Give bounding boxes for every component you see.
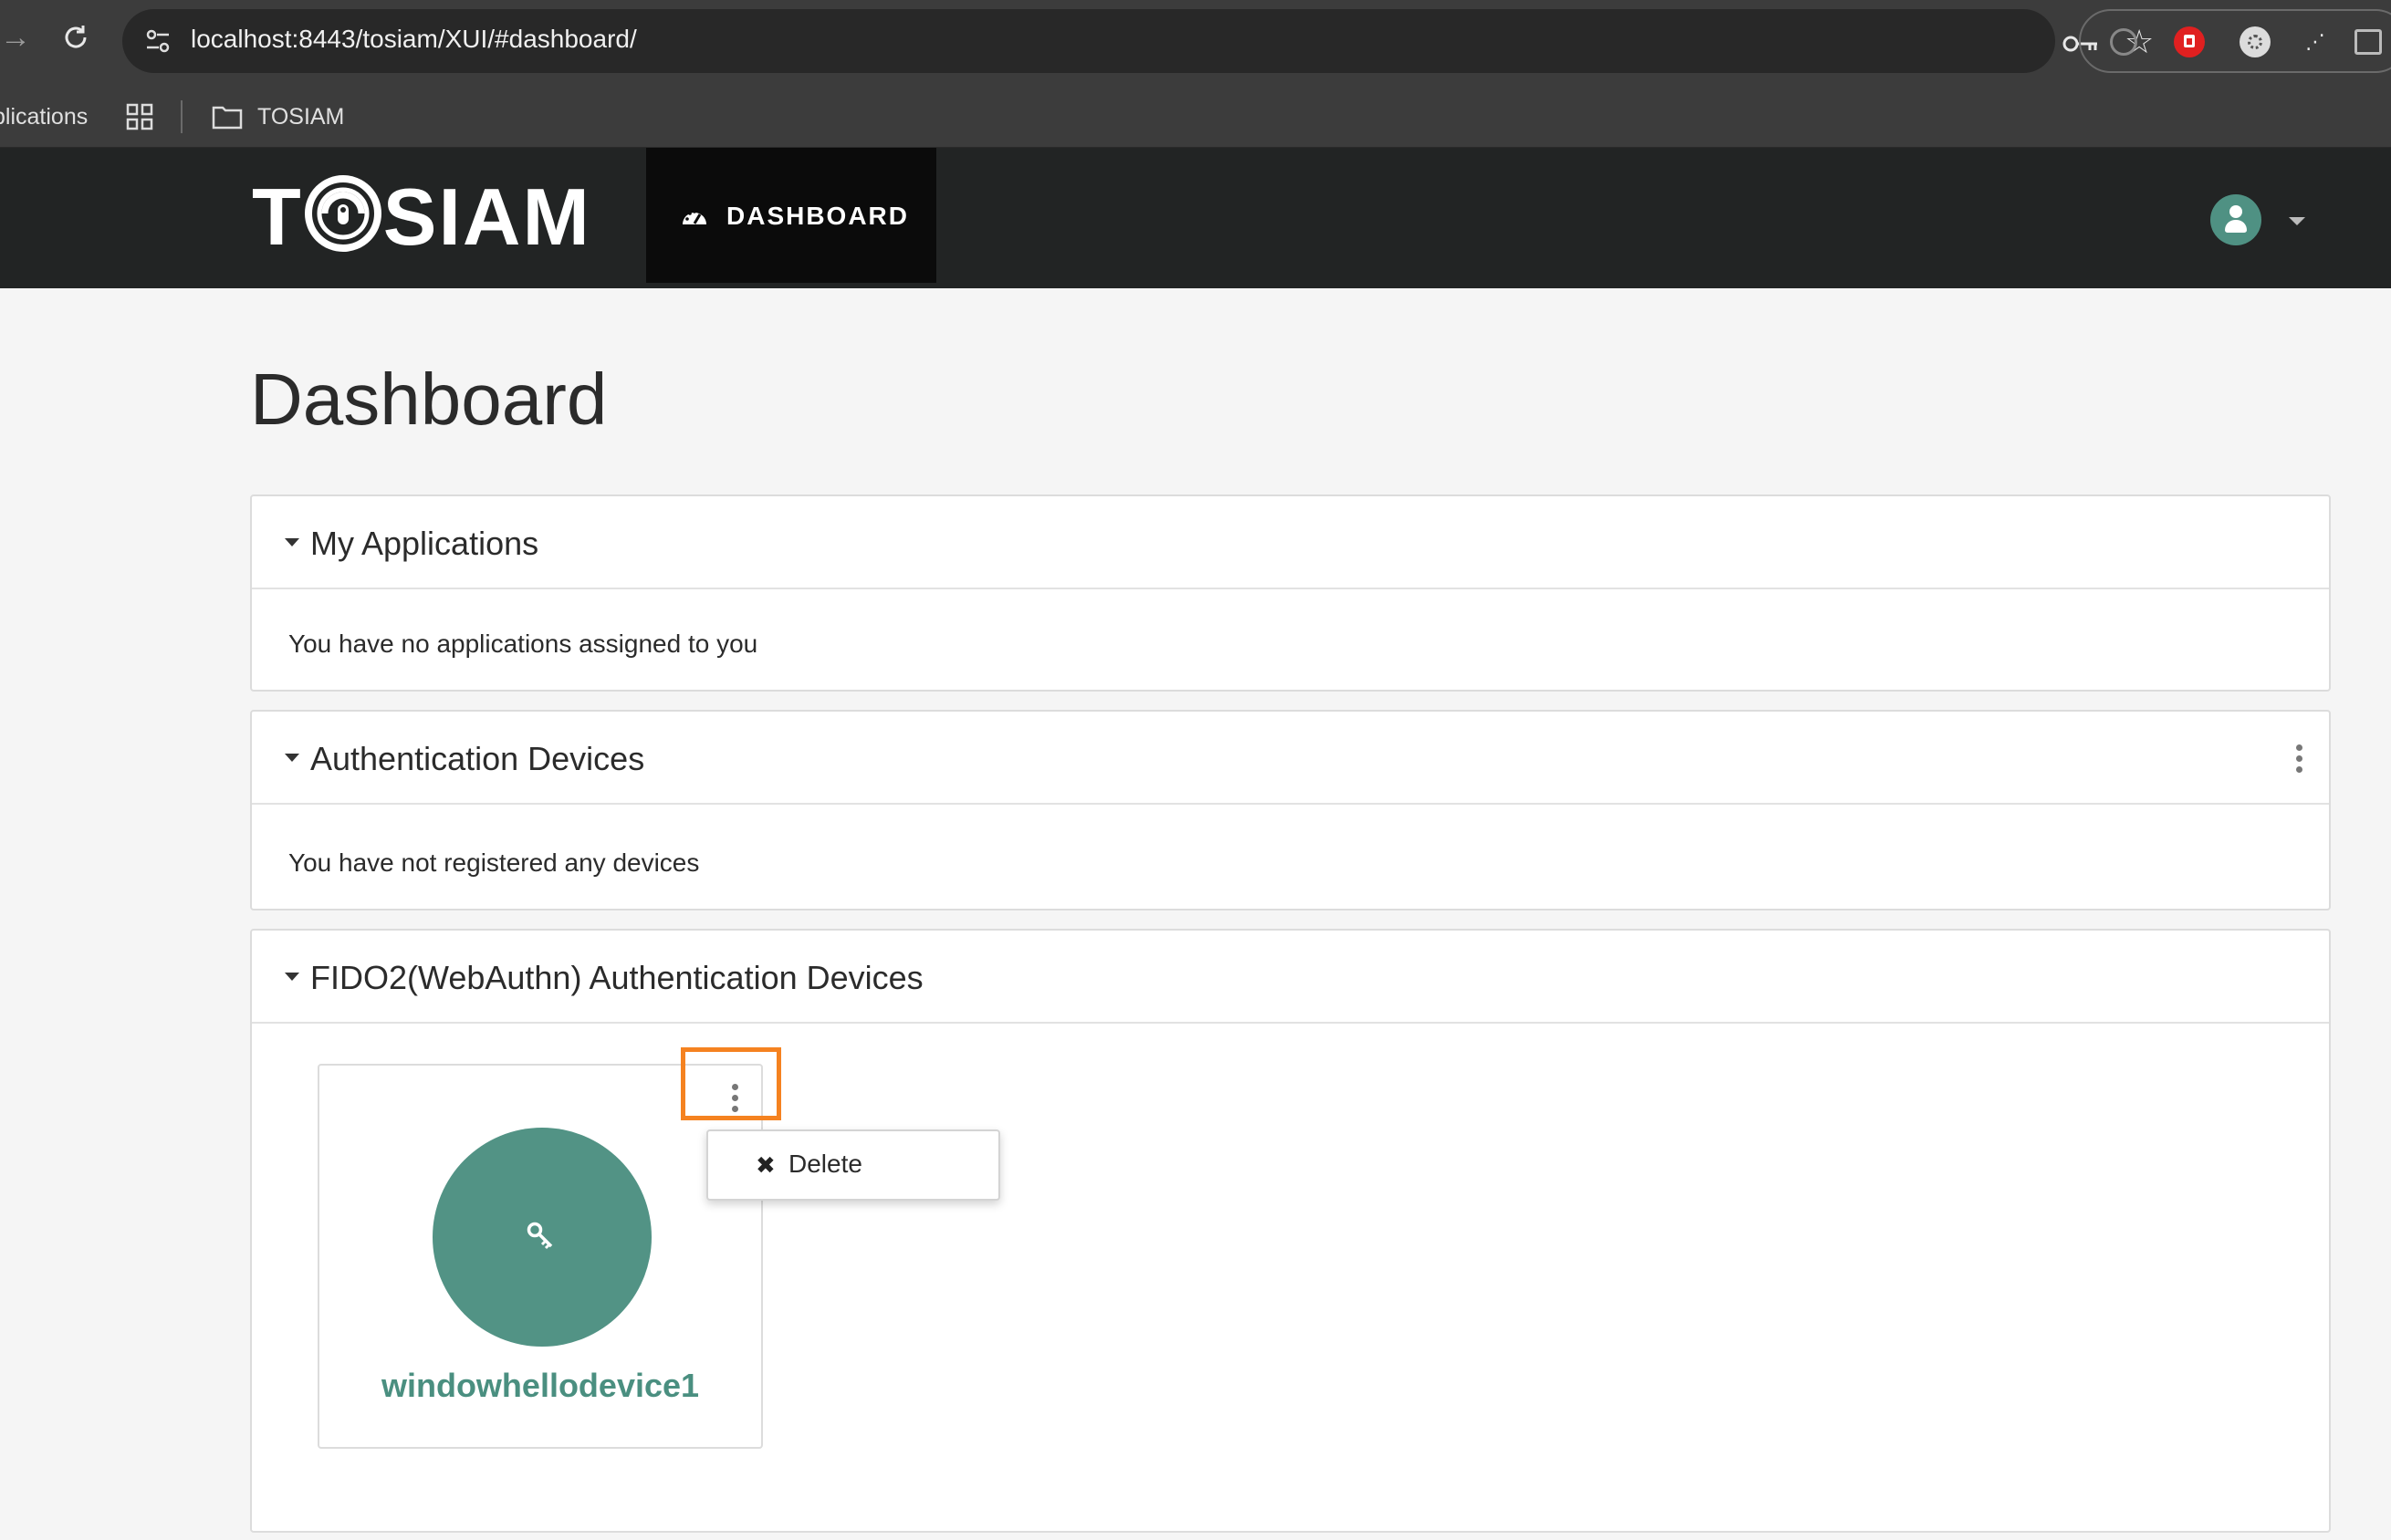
url-text[interactable]: localhost:8443/tosiam/XUI/#dashboard/ (191, 25, 637, 54)
logo-lock-icon (304, 175, 381, 252)
tosiam-logo[interactable]: T SIAM (252, 175, 591, 259)
device-options-menu: ✖ Delete (706, 1129, 1000, 1201)
bookmark-divider (181, 100, 183, 133)
site-settings-icon[interactable] (144, 27, 172, 55)
user-avatar[interactable] (2210, 194, 2261, 245)
extension-gear-icon[interactable] (2240, 26, 2271, 57)
close-x-icon: ✖ (756, 1151, 776, 1179)
folder-icon[interactable] (212, 104, 243, 130)
extension-recycle-icon[interactable] (2110, 28, 2137, 56)
device-avatar (433, 1128, 652, 1347)
key-icon (527, 1222, 553, 1250)
logo-text-right: SIAM (382, 172, 591, 262)
panel-options-kebab-icon[interactable] (2294, 744, 2303, 774)
collapse-caret-icon[interactable] (285, 538, 299, 546)
empty-state-text: You have no applications assigned to you (288, 630, 758, 658)
address-bar[interactable]: localhost:8443/tosiam/XUI/#dashboard/ ☆ (122, 9, 2154, 73)
side-panel-icon[interactable] (2354, 29, 2382, 55)
fido2-devices-panel: FIDO2(WebAuthn) Authentication Devices w… (250, 929, 2331, 1533)
empty-state-text: You have not registered any devices (288, 848, 700, 877)
authentication-devices-header[interactable]: Authentication Devices (252, 712, 2329, 805)
logo-text-left: T (252, 172, 303, 262)
forward-arrow-icon[interactable]: → (0, 22, 31, 53)
dashboard-gauge-icon (683, 210, 706, 224)
extensions-area: ⋰ (2079, 9, 2391, 73)
page-title: Dashboard (250, 359, 608, 440)
extension-trash-icon[interactable] (2174, 26, 2205, 57)
bookmark-applications[interactable]: plications (0, 104, 88, 130)
app-navbar: T SIAM DASHBOARD (0, 148, 2391, 288)
user-menu-chevron-icon[interactable] (2289, 217, 2305, 225)
delete-label: Delete (788, 1150, 862, 1178)
fido2-devices-header[interactable]: FIDO2(WebAuthn) Authentication Devices (252, 931, 2329, 1024)
panel-title: FIDO2(WebAuthn) Authentication Devices (310, 959, 924, 996)
my-applications-header[interactable]: My Applications (252, 496, 2329, 589)
apps-grid-icon[interactable] (126, 103, 153, 130)
panel-title: My Applications (310, 525, 539, 562)
panel-title: Authentication Devices (310, 740, 645, 777)
extension-puzzle-icon[interactable]: ⋰ (2300, 26, 2331, 57)
browser-toolbar: → localhost:8443/tosiam/XUI/#dashboard/ … (0, 0, 2391, 84)
bookmark-folder-tosiam[interactable]: TOSIAM (257, 104, 344, 130)
bookmarks-bar: plications TOSIAM (0, 84, 2391, 148)
highlight-box (681, 1047, 781, 1120)
collapse-caret-icon[interactable] (285, 754, 299, 762)
device-card[interactable]: windowhellodevice1 (318, 1064, 763, 1449)
reload-icon[interactable] (60, 22, 91, 58)
collapse-caret-icon[interactable] (285, 973, 299, 981)
tab-dashboard-label: DASHBOARD (726, 202, 909, 230)
device-name[interactable]: windowhellodevice1 (319, 1367, 761, 1405)
tab-dashboard[interactable]: DASHBOARD (646, 148, 936, 283)
authentication-devices-panel: Authentication Devices You have not regi… (250, 710, 2331, 910)
my-applications-panel: My Applications You have no applications… (250, 494, 2331, 692)
